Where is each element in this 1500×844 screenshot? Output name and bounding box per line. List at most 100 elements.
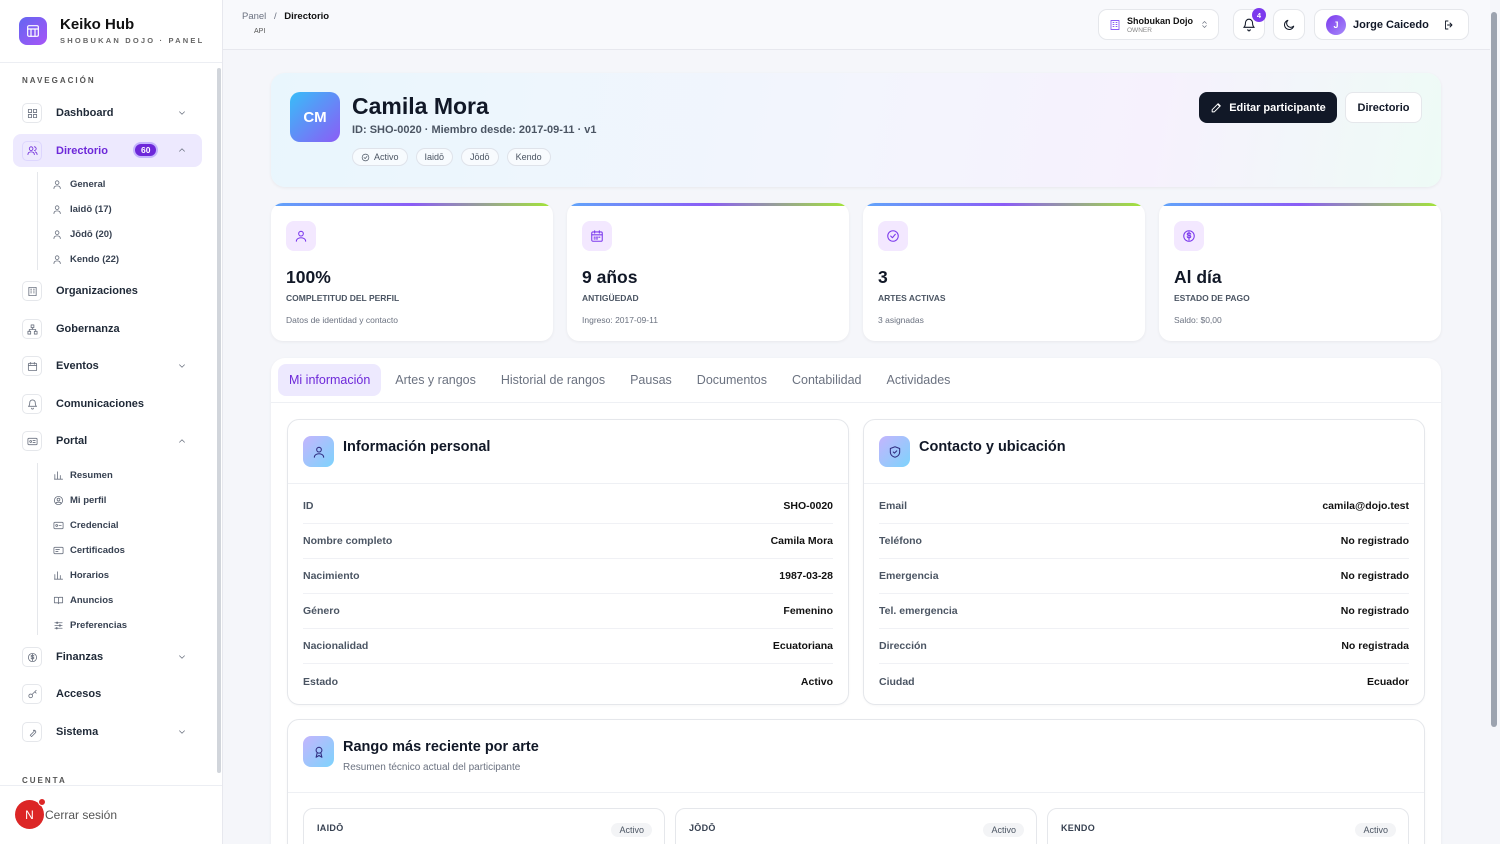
org-role: OWNER [1127,26,1152,34]
row-value: No registrado [1340,570,1409,582]
row-key: Nacimiento [303,570,360,582]
stat-value: 3 [878,267,888,287]
profile-header: CM Camila Mora ID: SHO-0020 · Miembro de… [271,73,1441,187]
row-key: ID [303,500,314,512]
row-value: No registrada [1341,640,1409,652]
tab-mi-informacion[interactable]: Mi información [278,364,382,396]
directory-button[interactable]: Directorio [1345,92,1422,123]
calendar-icon [582,221,612,251]
chevron-down-icon[interactable] [177,652,187,662]
tab-contabilidad[interactable]: Contabilidad [781,364,873,396]
user-circle-icon [53,495,64,505]
chevron-up-icon[interactable] [177,436,187,446]
divider [0,62,222,63]
stat-value: 9 años [582,267,638,287]
breadcrumb-root[interactable]: Panel [242,11,266,22]
subitem-kendo[interactable]: Kendo (22) [53,252,119,266]
row-key: Nombre completo [303,535,393,547]
brand[interactable]: Keiko Hub SHOBUKAN DOJO · PANEL [19,16,204,45]
sidebar-item-comunicaciones[interactable]: Comunicaciones [13,388,202,420]
row-key: Estado [303,675,339,688]
chevron-down-icon[interactable] [177,361,187,371]
logout-icon[interactable] [1443,19,1455,31]
subitem-jodo[interactable]: Jōdō (20) [53,227,112,241]
rank-item-kendo[interactable]: KENDO Activo [1047,808,1409,844]
tab-documentos[interactable]: Documentos [686,364,778,396]
theme-toggle-button[interactable] [1273,9,1305,40]
user-avatar: J [1326,14,1346,35]
subitem-iaido[interactable]: Iaidō (17) [53,202,112,216]
user-menu[interactable]: J Jorge Caicedo [1314,9,1469,40]
subitem-general[interactable]: General [53,177,105,191]
notifications-button[interactable]: 4 [1233,8,1266,40]
stat-card-artes: 3 ARTES ACTIVAS 3 asignadas [863,203,1145,341]
sidebar-scrollbar[interactable] [217,68,221,773]
edit-participant-button[interactable]: Editar participante [1199,92,1337,123]
stat-label: ANTIGÜEDAD [582,293,639,303]
sidebar-item-label: Comunicaciones [56,398,145,410]
users-icon [53,204,61,214]
subitem-anuncios[interactable]: Anuncios [53,593,113,607]
user-icon [286,221,316,251]
logout-label: Cerrar sesión [45,807,118,822]
chevron-up-icon[interactable] [177,145,187,155]
sidebar-item-finanzas[interactable]: Finanzas [13,641,202,673]
contact-row-direccion: Dirección No registrada [879,629,1409,664]
tab-historial-rangos[interactable]: Historial de rangos [490,364,616,396]
subitem-certificados[interactable]: Certificados [53,543,125,557]
sidebar-item-label: Finanzas [56,651,104,663]
dollar-icon [22,647,42,667]
subitem-resumen[interactable]: Resumen [53,468,113,482]
topbar: Panel / Directorio API Shobukan Dojo OWN… [223,0,1490,50]
rank-item-jodo[interactable]: JŌDŌ Activo [675,808,1037,844]
tab-pausas[interactable]: Pausas [619,364,683,396]
stat-value: 100% [286,267,331,287]
sidebar-item-eventos[interactable]: Eventos [13,350,202,382]
building-icon [22,281,42,301]
sidebar-item-label: Accesos [56,688,102,700]
sidebar-item-dashboard[interactable]: Dashboard [13,97,202,129]
page-scrollbar[interactable] [1491,12,1497,727]
tab-artes-rangos[interactable]: Artes y rangos [384,364,487,396]
status-chip: Activo [352,148,408,166]
org-switcher[interactable]: Shobukan Dojo OWNER [1098,9,1219,40]
logout-button[interactable]: N Cerrar sesión [15,798,118,829]
rank-art: JŌDŌ [689,823,716,833]
subitem-mi-perfil[interactable]: Mi perfil [53,493,106,507]
profile-avatar: CM [290,92,340,142]
award-icon [303,736,334,767]
sidebar-item-portal[interactable]: Portal [13,425,202,457]
row-key: Emergencia [879,570,939,582]
subitem-label: Horarios [70,569,110,581]
divider [0,785,222,786]
chevron-down-icon[interactable] [177,727,187,737]
profile-chips: Activo Iaidō Jōdō Kendo [352,148,551,166]
sidebar-item-sistema[interactable]: Sistema [13,716,202,748]
sidebar-item-accesos[interactable]: Accesos [13,678,202,710]
row-key: Ciudad [879,675,915,688]
contact-row-ciudad: Ciudad Ecuador [879,664,1409,699]
rank-item-iaido[interactable]: IAIDŌ Activo [303,808,665,844]
contact-row-emergencia: Emergencia No registrado [879,559,1409,594]
org-name: Shobukan Dojo [1127,15,1193,26]
nav-section-title: NAVEGACIÓN [22,76,96,85]
subitem-preferencias[interactable]: Preferencias [53,618,127,632]
rank-art: IAIDŌ [317,823,344,833]
sidebar-item-organizaciones[interactable]: Organizaciones [13,275,202,307]
stat-hint: 3 asignadas [878,315,924,325]
sidebar-item-label: Eventos [56,360,99,372]
breadcrumb-separator: / [273,11,277,22]
status-dot [38,798,46,806]
art-chip: Kendo [506,148,551,166]
subitem-credencial[interactable]: Credencial [53,518,119,532]
sidebar-item-label: Directorio [56,144,108,157]
info-row-nacionalidad: Nacionalidad Ecuatoriana [303,629,833,664]
chevron-down-icon[interactable] [177,108,187,118]
tab-actividades[interactable]: Actividades [875,364,961,396]
subitem-horarios[interactable]: Horarios [53,568,109,582]
count-badge: 60 [135,144,157,156]
profile-panel: Mi información Artes y rangos Historial … [271,358,1441,844]
sidebar-item-directorio[interactable]: Directorio 60 [13,134,202,167]
row-value: Ecuatoriana [772,640,833,652]
sidebar-item-gobernanza[interactable]: Gobernanza [13,313,202,345]
